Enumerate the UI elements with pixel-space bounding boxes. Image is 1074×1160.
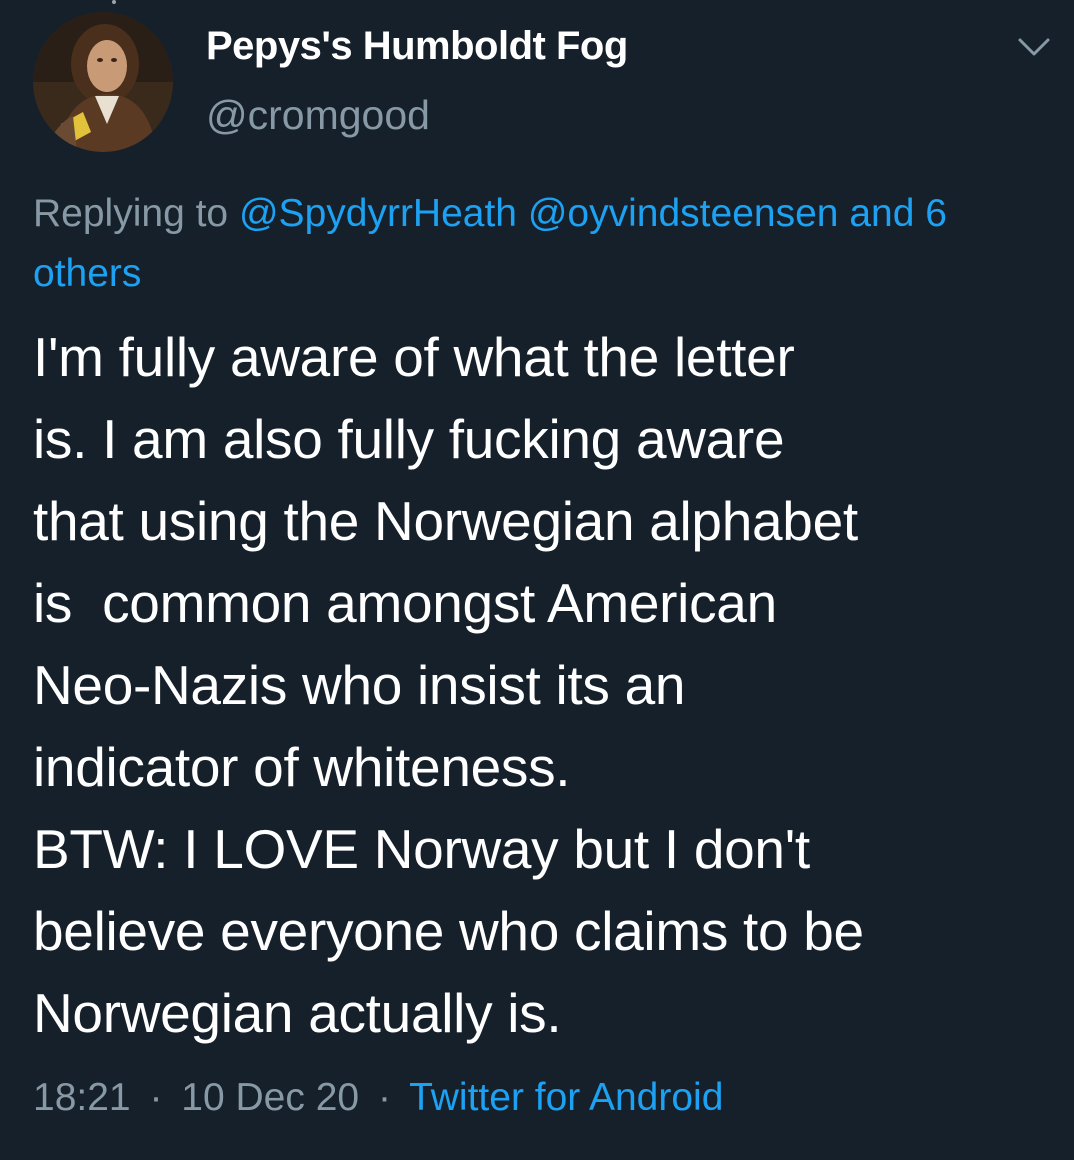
tweet-text-line: Norwegian actually is.: [33, 982, 562, 1044]
display-name[interactable]: Pepys's Humboldt Fog: [206, 24, 628, 69]
tweet-text-line: Neo-Nazis who insist its an: [33, 654, 686, 716]
mention-link[interactable]: @SpydyrrHeath: [239, 192, 517, 235]
tweet-text-line: is. I am also fully fucking aware: [33, 408, 785, 470]
meta-separator: ·: [377, 1076, 391, 1119]
mention-link[interactable]: @oyvindsteensen: [528, 192, 839, 235]
tweet-text-line: that using the Norwegian alphabet: [33, 490, 858, 552]
tweet-meta: 18:21 · 10 Dec 20 · Twitter for Android: [33, 1076, 723, 1120]
tweet-text-line: indicator of whiteness.: [33, 736, 571, 798]
replying-to-label: Replying to: [33, 192, 229, 235]
user-handle[interactable]: @cromgood: [206, 92, 430, 139]
avatar[interactable]: [33, 12, 173, 152]
tweet-source-link[interactable]: Twitter for Android: [409, 1076, 723, 1119]
scroll-indicator: [112, 0, 116, 4]
tweet-text-line: believe everyone who claims to be: [33, 900, 864, 962]
tweet-text-line: I'm fully aware of what the letter: [33, 326, 795, 388]
tweet-text-line: is common amongst American: [33, 572, 777, 634]
chevron-down-icon[interactable]: [1012, 36, 1056, 60]
meta-separator: ·: [149, 1076, 163, 1119]
portrait-avatar-icon: [33, 12, 173, 152]
tweet-text-line: BTW: I LOVE Norway but I don't: [33, 818, 810, 880]
and-connector[interactable]: and: [849, 192, 914, 235]
replying-to: Replying to @SpydyrrHeath @oyvindsteense…: [33, 184, 1053, 304]
tweet-time[interactable]: 18:21: [33, 1076, 131, 1119]
tweet-date[interactable]: 10 Dec 20: [181, 1076, 359, 1119]
tweet-text: I'm fully aware of what the letter is. I…: [33, 316, 1053, 1054]
